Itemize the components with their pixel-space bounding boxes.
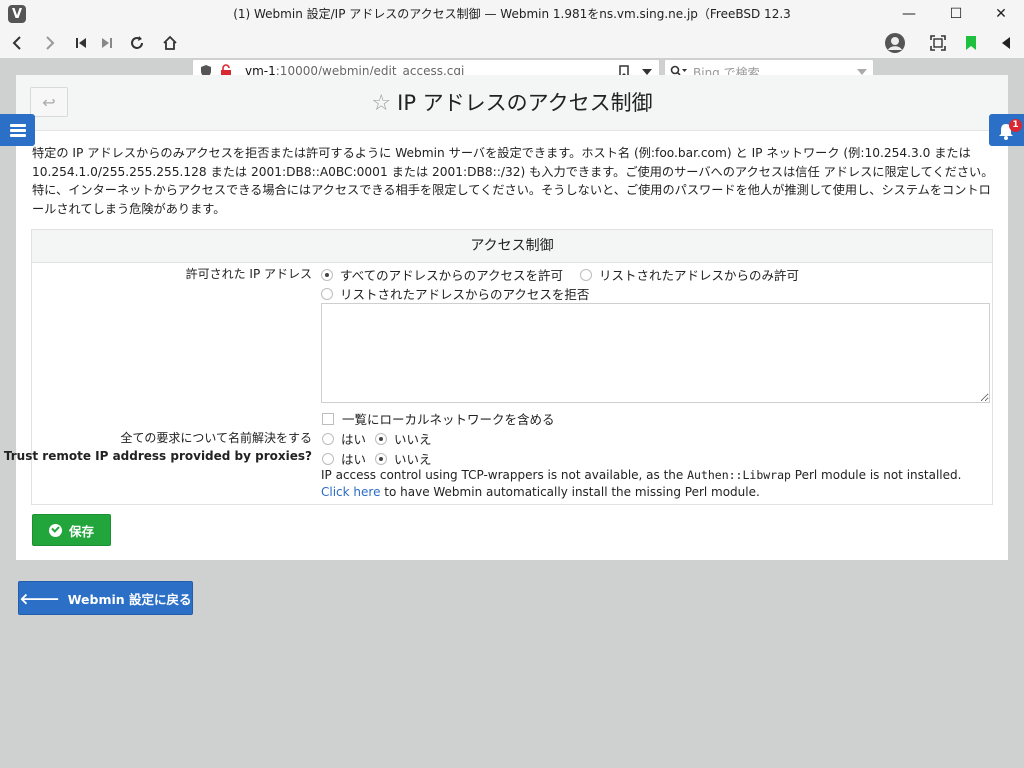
proxies-no-label: いいえ [394, 452, 432, 467]
rewind-button[interactable] [67, 28, 95, 58]
notifications-button[interactable]: 1 [989, 114, 1024, 146]
proxies-yes-radio[interactable]: はい [322, 449, 366, 468]
allowed-ip-label: 許可された IP アドレス [185, 267, 312, 281]
avatar-icon [885, 33, 905, 53]
window-title: (1) Webmin 設定/IP アドレスのアクセス制御 — Webmin 1.… [233, 7, 791, 21]
resolve-yes-control[interactable] [322, 432, 334, 445]
radio-allow-listed[interactable]: リストされたアドレスからのみ許可 [580, 265, 799, 284]
forward-nav-button[interactable] [36, 28, 64, 58]
ip-address-list[interactable] [321, 303, 990, 403]
extension-button[interactable] [957, 28, 985, 58]
page-title: IP アドレスのアクセス制御 [397, 91, 653, 115]
home-button[interactable] [156, 28, 184, 58]
resolve-no-control[interactable] [375, 432, 387, 445]
note-text-1: IP access control using TCP-wrappers is … [321, 468, 688, 482]
hamburger-menu-icon [9, 122, 26, 139]
page-title-wrap: ☆ IP アドレスのアクセス制御 [16, 87, 1008, 117]
home-icon [163, 35, 177, 50]
resolve-names-label: 全ての要求について名前解決をする [120, 431, 312, 445]
sidebar-toggle-button[interactable] [0, 114, 35, 146]
fast-forward-button[interactable] [93, 28, 121, 58]
panel-header: ↩ ☆ IP アドレスのアクセス制御 [16, 75, 1008, 131]
save-button-label: 保存 [68, 523, 94, 539]
back-button-label: Webmin 設定に戻る [67, 591, 192, 607]
capture-button[interactable] [924, 28, 952, 58]
browser-toolbar: vm-1:10000/webmin/edit_access.cgi Bing で… [0, 28, 1024, 83]
extension-bookmark-icon [966, 36, 976, 50]
proxies-no-control[interactable] [375, 452, 387, 465]
page-description: 特定の IP アドレスからのみアクセスを拒否または許可するように Webmin … [32, 146, 994, 216]
arrow-left-icon: 🡐 [19, 589, 60, 608]
install-module-link[interactable]: Click here [321, 485, 380, 499]
maximize-button[interactable]: ☐ [933, 0, 979, 28]
resolve-no-label: いいえ [394, 432, 432, 447]
note-text-3: to have Webmin automatically install the… [380, 485, 760, 499]
resolve-yes-radio[interactable]: はい [322, 429, 366, 448]
check-circle-icon [48, 523, 62, 537]
tcp-wrappers-note: IP access control using TCP-wrappers is … [321, 467, 986, 501]
radio-allow-all-control[interactable] [321, 268, 333, 281]
note-text-2: Perl module is not installed. [790, 468, 962, 482]
caret-left-icon [1002, 37, 1010, 49]
profile-button[interactable] [880, 28, 910, 58]
include-local-checkbox-control[interactable] [322, 412, 334, 425]
radio-allow-listed-label: リストされたアドレスからのみ許可 [599, 268, 800, 283]
radio-allow-listed-control[interactable] [580, 268, 592, 281]
resolve-yes-label: はい [341, 432, 367, 447]
back-icon [12, 36, 21, 50]
radio-allow-all[interactable]: すべてのアドレスからのアクセスを許可 [321, 265, 563, 284]
radio-deny-listed-label: リストされたアドレスからのアクセスを拒否 [340, 287, 590, 302]
panel-toggle-button[interactable] [992, 28, 1020, 58]
access-control-form: アクセス制御 許可された IP アドレス すべてのアドレスからのアクセスを許可 … [4, 229, 993, 505]
trust-proxies-label: Trust remote IP address provided by prox… [3, 449, 312, 463]
favorite-star-icon[interactable]: ☆ [371, 91, 391, 116]
back-nav-button[interactable] [3, 28, 31, 58]
skip-forward-icon [102, 38, 112, 48]
capture-icon [930, 35, 946, 51]
proxies-no-radio[interactable]: いいえ [375, 449, 432, 468]
resolve-no-radio[interactable]: いいえ [375, 429, 432, 448]
minimize-button[interactable]: — [886, 0, 932, 28]
note-module-name: Authen::Libwrap [687, 468, 791, 482]
window-titlebar: V (1) Webmin 設定/IP アドレスのアクセス制御 — Webmin … [0, 0, 1024, 28]
reload-button[interactable] [123, 28, 151, 58]
close-button[interactable]: ✕ [978, 0, 1024, 28]
form-header: アクセス制御 [32, 230, 992, 263]
proxies-yes-control[interactable] [322, 452, 334, 465]
save-button[interactable]: 保存 [32, 514, 111, 546]
proxies-yes-label: はい [341, 452, 367, 467]
include-local-label: 一覧にローカルネットワークを含める [342, 412, 555, 427]
radio-allow-all-label: すべてのアドレスからのアクセスを許可 [340, 268, 564, 283]
skip-back-icon [76, 38, 86, 48]
content-panel: ↩ ☆ IP アドレスのアクセス制御 特定の IP アドレスからのみアクセスを拒否… [4, 75, 1008, 560]
reload-icon [131, 36, 143, 49]
radio-deny-listed-control[interactable] [321, 287, 333, 300]
radio-deny-listed[interactable]: リストされたアドレスからのアクセスを拒否 [321, 284, 589, 303]
forward-icon [46, 36, 55, 50]
return-to-webmin-config-button[interactable]: 🡐 Webmin 設定に戻る [18, 581, 193, 615]
include-local-checkbox[interactable]: 一覧にローカルネットワークを含める [322, 409, 555, 428]
notification-count-badge: 1 [1009, 119, 1022, 132]
vivaldi-logo-icon[interactable]: V [8, 5, 26, 23]
